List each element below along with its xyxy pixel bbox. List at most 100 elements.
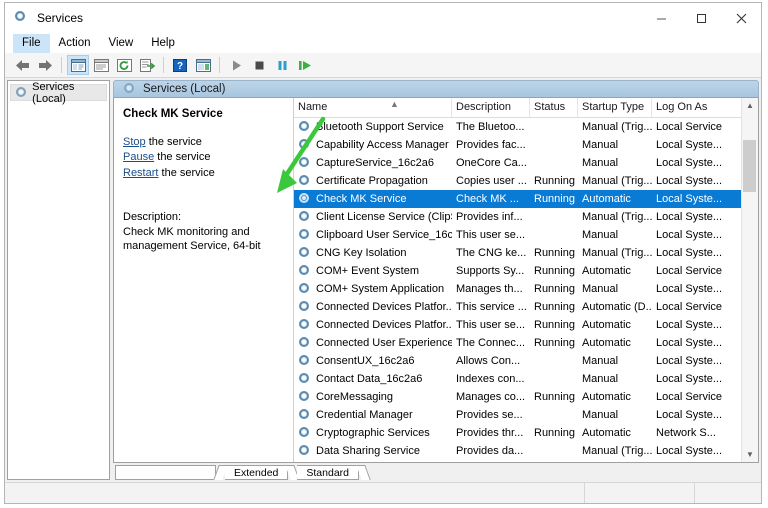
cell-description: Check MK ... <box>456 192 519 205</box>
scroll-down-button[interactable]: ▼ <box>742 446 758 462</box>
cell-startup-type: Automatic <box>582 264 631 277</box>
cell-name: Bluetooth Support Service <box>294 120 452 133</box>
column-header-description[interactable]: Description <box>452 97 530 117</box>
show-action-pane-icon[interactable] <box>192 55 214 75</box>
cell-description: Copies user ... <box>456 174 527 187</box>
table-row[interactable]: Client License Service (ClipS... Provides… <box>294 208 741 226</box>
back-icon[interactable] <box>11 55 33 75</box>
services-gear-icon <box>298 120 311 133</box>
export-list-icon[interactable] <box>136 55 158 75</box>
menu-file[interactable]: File <box>13 33 50 53</box>
refresh-icon[interactable] <box>113 55 135 75</box>
cell-status: Running <box>534 246 575 259</box>
table-row[interactable]: Clipboard User Service_16c2... This user … <box>294 226 741 244</box>
table-row[interactable]: DCOM Server Process Laun...The DCOM...Ru… <box>294 460 741 462</box>
tabs-left-filler <box>115 465 216 480</box>
services-list: Name Description Status Startup Type Log… <box>294 97 741 462</box>
service-name-label: COM+ System Application <box>316 282 445 295</box>
table-row[interactable]: CaptureService_16c2a6 OneCore Ca... Manual… <box>294 154 741 172</box>
cell-status: Running <box>534 264 575 277</box>
cell-name: COM+ Event System <box>294 264 452 277</box>
table-row[interactable]: COM+ Event System Supports Sy... Running Au… <box>294 262 741 280</box>
menu-help[interactable]: Help <box>142 34 184 53</box>
column-headers: Name Description Status Startup Type Log… <box>294 97 741 118</box>
show-hide-console-tree-icon[interactable] <box>67 55 89 75</box>
description-label: Description: <box>123 211 182 224</box>
table-row[interactable]: Check MK Service Check MK ... Running Autom… <box>294 189 741 208</box>
services-gear-icon <box>298 228 311 241</box>
pause-service-line: Pause the service <box>123 150 283 165</box>
maximize-button[interactable] <box>681 3 721 33</box>
cell-name: Check MK Service <box>294 192 452 205</box>
scroll-up-button[interactable]: ▲ <box>742 98 758 114</box>
cell-startup-type: Manual <box>582 372 619 385</box>
service-detail-panel: Check MK Service Stop the service Pause … <box>114 97 294 462</box>
close-button[interactable] <box>721 3 761 33</box>
column-header-name[interactable]: Name <box>294 97 452 117</box>
cell-startup-type: Manual (Trig... <box>582 120 652 133</box>
service-name-label: Contact Data_16c2a6 <box>316 372 423 385</box>
restart-service-rest: the service <box>158 166 215 179</box>
column-header-startup-type[interactable]: Startup Type <box>578 97 652 117</box>
toolbar-separator-3 <box>219 57 220 73</box>
pane-header-title: Services (Local) <box>143 82 226 95</box>
properties-icon[interactable] <box>90 55 112 75</box>
table-row[interactable]: Data Sharing Service Provides da... Manual… <box>294 442 741 460</box>
table-row[interactable]: COM+ System Application Manages th... Runn… <box>294 280 741 298</box>
cell-status: Running <box>534 318 575 331</box>
cell-name: CNG Key Isolation <box>294 246 452 259</box>
forward-icon[interactable] <box>34 55 56 75</box>
table-row[interactable]: Credential Manager Provides se... Manual Lo… <box>294 406 741 424</box>
cell-log-on-as: Local Syste... <box>656 408 723 421</box>
restart-service-link[interactable]: Restart <box>123 167 158 179</box>
table-row[interactable]: Connected Devices Platfor... This service… <box>294 298 741 316</box>
sidebar-item-services-local[interactable]: Services (Local) <box>10 81 107 105</box>
column-header-status[interactable]: Status <box>530 97 578 117</box>
table-row[interactable]: Cryptographic Services Provides thr... Run… <box>294 424 741 442</box>
service-name-label: Cryptographic Services <box>316 426 430 439</box>
cell-startup-type: Automatic <box>582 426 631 439</box>
cell-startup-type: Automatic <box>582 318 631 331</box>
cell-description: Manages co... <box>456 390 526 403</box>
tab-extended[interactable]: Extended <box>225 465 289 480</box>
menu-view[interactable]: View <box>100 34 143 53</box>
vertical-scrollbar[interactable]: ▲ ▼ <box>741 97 758 462</box>
restart-service-icon[interactable] <box>294 55 316 75</box>
table-row[interactable]: Connected Devices Platfor... This user se… <box>294 316 741 334</box>
menu-action[interactable]: Action <box>50 34 100 53</box>
tab-standard[interactable]: Standard <box>297 465 359 480</box>
cell-description: Allows Con... <box>456 354 521 367</box>
window-title: Services <box>37 11 84 25</box>
help-icon[interactable]: ? <box>169 55 191 75</box>
table-row[interactable]: ConsentUX_16c2a6 Allows Con... Manual Local… <box>294 352 741 370</box>
cell-status: Running <box>534 390 575 403</box>
table-row[interactable]: Capability Access Manager ... Provides fa… <box>294 136 741 154</box>
services-gear-icon <box>298 156 311 169</box>
minimize-button[interactable] <box>641 3 681 33</box>
services-gear-icon <box>298 408 311 421</box>
start-service-icon[interactable] <box>225 55 247 75</box>
pane-body: Check MK Service Stop the service Pause … <box>113 96 759 463</box>
table-row[interactable]: Certificate Propagation Copies user ... Ru… <box>294 172 741 190</box>
description-line-1: Check MK monitoring and <box>123 225 250 238</box>
menu-bar: File Action View Help <box>5 33 761 53</box>
table-row[interactable]: Contact Data_16c2a6 Indexes con... Manual L… <box>294 370 741 388</box>
table-row[interactable]: CoreMessaging Manages co... Running Automat… <box>294 388 741 406</box>
pause-service-link[interactable]: Pause <box>123 151 154 163</box>
table-row[interactable]: Connected User Experience... The Connec..… <box>294 334 741 352</box>
toolbar-separator <box>61 57 62 73</box>
cell-description: Provides da... <box>456 444 524 457</box>
description-line-2: management Service, 64-bit <box>123 240 261 253</box>
services-gear-icon <box>298 300 311 313</box>
table-row[interactable]: CNG Key Isolation The CNG ke... Running Man… <box>294 244 741 262</box>
service-name-label: Clipboard User Service_16c2... <box>316 228 452 241</box>
service-name-label: Bluetooth Support Service <box>316 120 444 133</box>
column-header-log-on-as[interactable]: Log On As <box>652 98 736 117</box>
pause-service-icon[interactable] <box>271 55 293 75</box>
cell-description: The Bluetoo... <box>456 120 525 133</box>
stop-service-icon[interactable] <box>248 55 270 75</box>
stop-service-link[interactable]: Stop <box>123 136 146 148</box>
table-row[interactable]: Bluetooth Support Service The Bluetoo... M… <box>294 118 741 136</box>
scroll-thumb[interactable] <box>743 139 756 192</box>
scroll-track[interactable] <box>742 114 758 446</box>
